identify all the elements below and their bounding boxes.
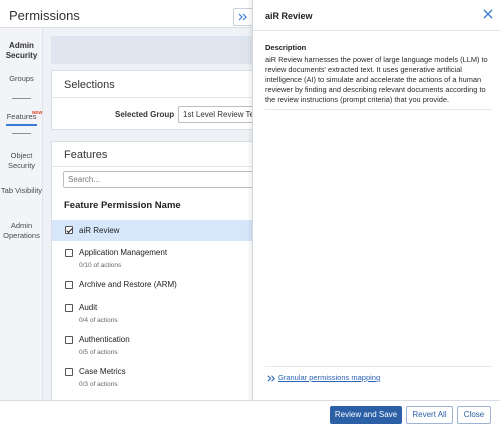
- double-chevron-right-icon: [238, 13, 247, 21]
- feature-name: Archive and Restore (ARM): [79, 280, 177, 289]
- feature-action-count: 0/5 of actions: [79, 349, 118, 356]
- close-button[interactable]: Close: [457, 406, 491, 424]
- feature-row[interactable]: Audit 0/4 of actions: [52, 297, 252, 329]
- left-sidebar: Admin Security Groups Features NEW Objec…: [0, 28, 43, 400]
- features-card: Features Search... Feature Permission Na…: [51, 141, 252, 400]
- feature-name: Application Management: [79, 248, 168, 257]
- selected-group-dropdown[interactable]: 1st Level Review Team: [178, 106, 252, 123]
- feature-row[interactable]: Case Metrics 0/3 of actions: [52, 361, 252, 393]
- sidebar-divider: [12, 133, 31, 134]
- panel-divider: [253, 30, 500, 31]
- sidebar-active-indicator: [6, 124, 37, 126]
- granular-permissions-link[interactable]: Granular permissions mapping: [278, 373, 380, 382]
- feature-checkbox[interactable]: [65, 281, 73, 289]
- feature-action-count: 0/10 of actions: [79, 262, 122, 269]
- page-header: Permissions: [0, 0, 252, 28]
- panel-title: aiR Review: [265, 11, 313, 21]
- feature-checkbox[interactable]: [65, 304, 73, 312]
- footer-bar: Review and Save Revert All Close: [0, 400, 500, 428]
- sidebar-item-tab-visibility[interactable]: Tab Visibility: [0, 186, 43, 196]
- revert-all-button[interactable]: Revert All: [406, 406, 453, 424]
- feature-action-count: 0/3 of actions: [79, 381, 118, 388]
- review-and-save-button[interactable]: Review and Save: [330, 406, 402, 424]
- card-divider: [52, 97, 252, 98]
- feature-row[interactable]: Archive and Restore (ARM): [52, 274, 252, 298]
- page-title: Permissions: [9, 8, 80, 23]
- feature-name: Case Metrics: [79, 367, 126, 376]
- new-badge: NEW: [32, 110, 43, 115]
- collapse-panel-button[interactable]: [233, 8, 252, 26]
- double-chevron-right-icon: [267, 375, 275, 382]
- sidebar-item-admin-security[interactable]: Admin Security: [0, 41, 43, 61]
- sidebar-divider: [12, 98, 31, 99]
- feature-row[interactable]: Authentication 0/5 of actions: [52, 329, 252, 361]
- panel-divider: [265, 366, 492, 367]
- sidebar-item-object-security[interactable]: Object Security: [0, 151, 43, 171]
- selections-title: Selections: [64, 79, 115, 91]
- description-label: Description: [265, 43, 307, 52]
- feature-detail-panel: aiR Review Description aiR Review harnes…: [252, 0, 500, 400]
- card-divider: [52, 166, 252, 167]
- features-title: Features: [64, 149, 108, 161]
- feature-checkbox[interactable]: [65, 249, 73, 257]
- selected-group-label: Selected Group: [115, 110, 175, 119]
- feature-checkbox[interactable]: [65, 226, 73, 234]
- close-icon[interactable]: [482, 8, 494, 20]
- feature-row[interactable]: Application Management 0/10 of actions: [52, 242, 252, 274]
- description-text: aiR Review harnesses the power of large …: [265, 55, 488, 104]
- selections-card: Selections Selected Group 1st Level Revi…: [51, 70, 252, 130]
- feature-checkbox[interactable]: [65, 368, 73, 376]
- sidebar-item-groups[interactable]: Groups: [0, 74, 43, 84]
- feature-name: Audit: [79, 303, 98, 312]
- feature-search-input[interactable]: Search...: [63, 171, 252, 188]
- main-content: Selections Selected Group 1st Level Revi…: [43, 28, 252, 400]
- feature-checkbox[interactable]: [65, 336, 73, 344]
- feature-name: aiR Review: [79, 226, 120, 235]
- feature-row[interactable]: aiR Review: [52, 220, 252, 241]
- feature-permission-name-header[interactable]: Feature Permission Name: [64, 200, 181, 211]
- feature-name: Authentication: [79, 335, 130, 344]
- main-top-bar: [51, 36, 252, 64]
- feature-action-count: 0/4 of actions: [79, 317, 118, 324]
- sidebar-item-admin-operations[interactable]: Admin Operations: [0, 221, 43, 241]
- panel-divider: [265, 109, 492, 110]
